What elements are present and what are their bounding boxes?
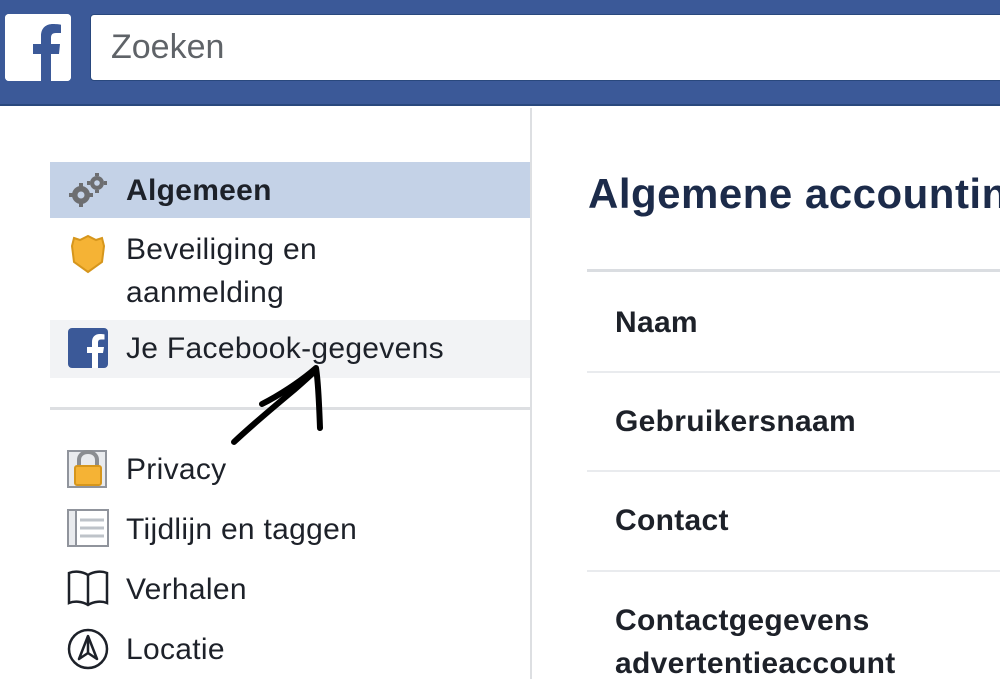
settings-row-contactgegevens-line2[interactable]: advertentieaccount	[615, 642, 895, 679]
page-title: Algemene accountin	[588, 170, 1000, 217]
sidebar-item-verhalen[interactable]: Verhalen	[50, 565, 530, 613]
padlock-icon	[66, 447, 110, 491]
sidebar-item-privacy[interactable]: Privacy	[50, 445, 530, 493]
sidebar-item-label: Privacy	[126, 452, 227, 486]
search-bar[interactable]	[90, 14, 1000, 81]
top-navigation-bar	[0, 0, 1000, 106]
gears-icon	[66, 168, 110, 212]
timeline-icon	[66, 507, 110, 551]
settings-sidebar: Algemeen Beveiliging en aanmelding Je Fa…	[0, 108, 532, 679]
title-divider	[587, 269, 1000, 272]
sidebar-divider	[50, 407, 532, 410]
location-compass-icon	[66, 627, 110, 671]
facebook-square-icon	[66, 326, 110, 370]
settings-row-contactgegevens[interactable]: Contactgegevens	[615, 599, 870, 642]
row-divider	[587, 371, 1000, 373]
sidebar-item-label: Verhalen	[126, 572, 247, 606]
sidebar-item-tijdlijn[interactable]: Tijdlijn en taggen	[50, 505, 530, 553]
sidebar-item-facebook-gegevens[interactable]: Je Facebook-gegevens	[50, 320, 530, 378]
row-divider	[587, 570, 1000, 572]
sidebar-item-label: Algemeen	[126, 173, 272, 207]
sidebar-item-label: Locatie	[126, 632, 225, 666]
search-input[interactable]	[91, 15, 1000, 80]
sidebar-item-label: Tijdlijn en taggen	[126, 512, 358, 546]
sidebar-item-label-line2: aanmelding	[126, 276, 285, 309]
sidebar-item-locatie[interactable]: Locatie	[50, 625, 530, 673]
sidebar-item-beveiliging[interactable]: Beveiliging en aanmelding	[50, 226, 530, 320]
settings-row-contact[interactable]: Contact	[615, 499, 729, 542]
facebook-f-icon[interactable]	[5, 14, 71, 81]
police-badge-icon	[66, 232, 110, 276]
main-content: Algemene accountin Naam Gebruikersnaam C…	[534, 108, 1000, 679]
row-divider	[587, 470, 1000, 472]
book-icon	[66, 567, 110, 611]
sidebar-item-label: Beveiliging en	[126, 233, 317, 266]
sidebar-item-algemeen[interactable]: Algemeen	[50, 162, 530, 218]
settings-row-naam[interactable]: Naam	[615, 301, 698, 344]
sidebar-item-label: Je Facebook-gegevens	[126, 332, 444, 365]
settings-row-gebruikersnaam[interactable]: Gebruikersnaam	[615, 400, 856, 443]
